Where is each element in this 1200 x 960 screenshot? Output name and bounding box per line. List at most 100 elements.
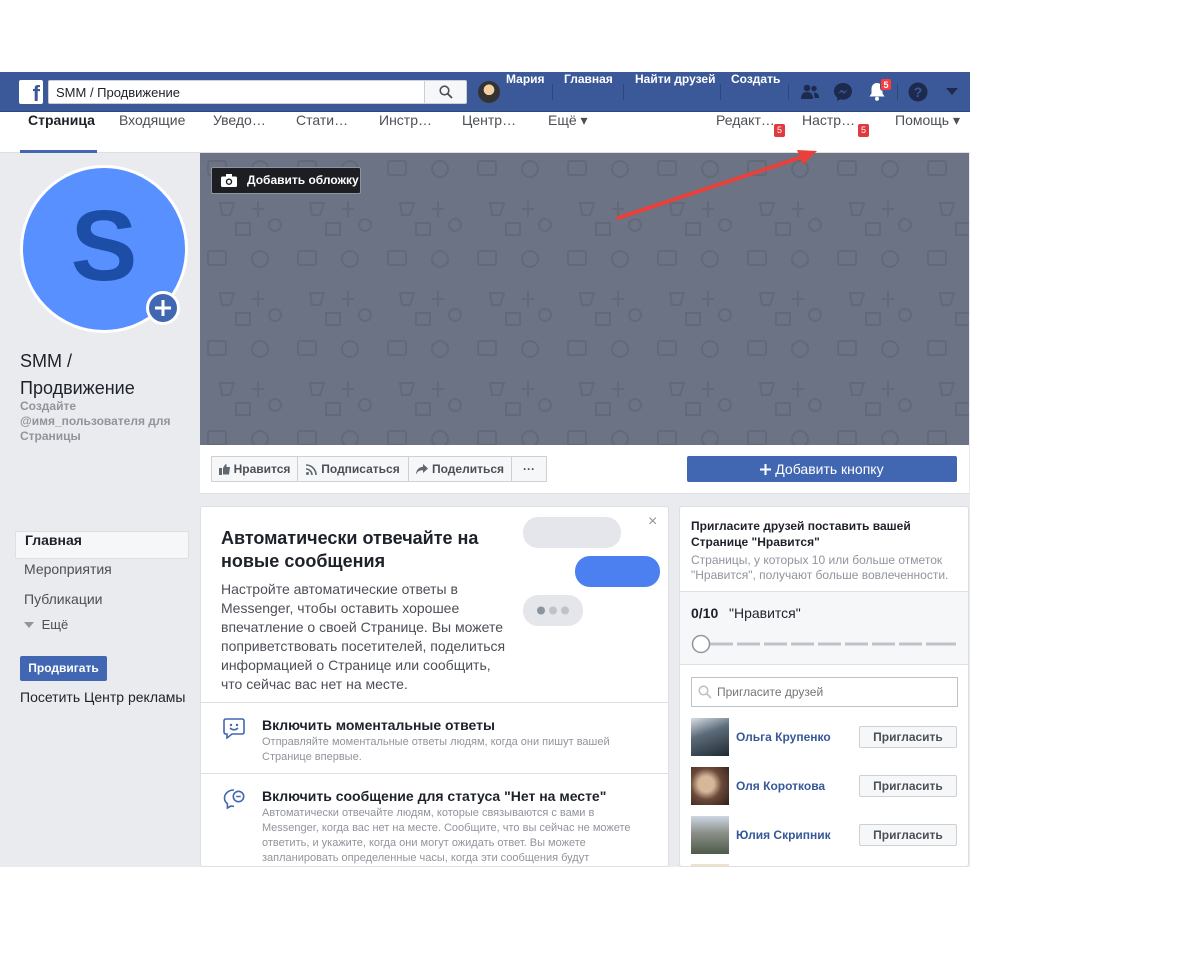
chat-bubble-illustration (575, 556, 660, 587)
away-message-title: Включить сообщение для статуса "Нет на м… (262, 788, 607, 804)
more-actions-button[interactable]: ··· (511, 456, 547, 482)
thumbs-up-icon (218, 463, 230, 475)
friend-name[interactable]: Ольга Крупенко (736, 730, 831, 744)
messenger-icon[interactable] (832, 81, 854, 103)
tab-inbox[interactable]: Входящие (119, 112, 185, 153)
invite-friends-input[interactable] (717, 678, 953, 706)
account-menu-chevron-down-icon[interactable] (941, 81, 963, 103)
profile-letter: S (70, 189, 138, 302)
instant-replies-title: Включить моментальные ответы (262, 717, 495, 733)
plus-icon (760, 464, 772, 475)
close-icon[interactable]: × (648, 513, 657, 531)
friend-avatar[interactable] (691, 718, 729, 756)
search-input[interactable] (49, 81, 424, 103)
likes-count: 0/10 (691, 605, 719, 621)
cover-pattern (200, 153, 969, 445)
add-profile-photo-button[interactable] (146, 291, 180, 325)
tab-notifications[interactable]: Уведо… (213, 112, 266, 153)
friend-name[interactable]: Юлия Скрипник (736, 828, 831, 842)
auto-reply-promo-card: Автоматически отвечайте на новые сообщен… (200, 506, 669, 867)
svg-text:?: ? (914, 84, 923, 100)
sidebar-item-posts[interactable]: Публикации (15, 591, 189, 619)
friend-avatar[interactable] (691, 864, 729, 866)
nav-divider (788, 84, 789, 100)
user-avatar[interactable] (478, 81, 500, 103)
nav-home[interactable]: Главная (564, 72, 613, 112)
friend-avatar[interactable] (691, 767, 729, 805)
sidebar-item-more[interactable]: Ещё (15, 617, 189, 645)
invite-search-box (691, 677, 958, 707)
chat-bubble-illustration (523, 517, 621, 548)
nav-divider (623, 84, 624, 100)
promo-title: Автоматически отвечайте на новые сообщен… (221, 528, 479, 571)
cover-photo-area[interactable]: Добавить обложку (200, 153, 969, 445)
instant-replies-description: Отправляйте моментальные ответы людям, к… (262, 736, 610, 763)
follow-button[interactable]: Подписаться (297, 456, 409, 482)
tab-settings[interactable]: Настр… (802, 112, 855, 153)
friend-avatar[interactable] (691, 816, 729, 854)
likes-progress: 0/10 "Нравится" (680, 591, 968, 665)
ads-center-link[interactable]: Посетить Центр рекламы (20, 689, 185, 705)
add-cover-button[interactable]: Добавить обложку (211, 167, 361, 194)
friend-requests-icon[interactable] (799, 81, 821, 103)
invite-description: Страницы, у которых 10 или больше отмето… (691, 553, 949, 582)
nav-find-friends[interactable]: Найти друзей (635, 72, 715, 112)
search-button[interactable] (424, 81, 466, 103)
rss-icon (306, 463, 318, 475)
search-icon (698, 685, 712, 699)
top-bar: f Мария Главная Найти друзей Создать 5 ? (0, 72, 970, 112)
nav-divider (720, 84, 721, 100)
invite-button[interactable]: Пригласить (859, 775, 957, 797)
page-action-bar: Нравится Подписаться Поделиться ··· Доба… (200, 445, 969, 494)
tab-edit[interactable]: Редакт… (716, 112, 775, 153)
tab-statistics[interactable]: Стати… (296, 112, 348, 153)
sidebar-item-home[interactable]: Главная (15, 531, 189, 559)
follow-label: Подписаться (321, 462, 400, 476)
invite-button[interactable]: Пригласить (859, 726, 957, 748)
tab-tools[interactable]: Инстр… (379, 112, 432, 153)
add-button-label: Добавить кнопку (775, 461, 884, 477)
invite-friends-card: Пригласите друзей поставить вашей Страни… (679, 506, 969, 867)
friend-name[interactable]: Оля Короткова (736, 779, 825, 793)
promo-description: Настройте автоматические ответы в Messen… (221, 581, 506, 692)
notifications-badge: 5 (880, 78, 892, 91)
facebook-logo-icon[interactable]: f (19, 80, 43, 106)
settings-badge: 5 (858, 124, 869, 137)
away-message-option[interactable]: Включить сообщение для статуса "Нет на м… (201, 773, 668, 866)
add-button-button[interactable]: Добавить кнопку (687, 456, 957, 482)
tab-more[interactable]: Ещё ▾ (548, 112, 588, 153)
tab-center[interactable]: Центр… (462, 112, 516, 153)
invite-button[interactable]: Пригласить (859, 824, 957, 846)
nav-user-profile[interactable]: Мария (506, 72, 545, 112)
page-title[interactable]: SMM / Продвижение (20, 348, 190, 402)
tab-help[interactable]: Помощь ▾ (895, 112, 960, 153)
sidebar-more-label: Ещё (41, 617, 69, 632)
left-sidebar: S SMM / Продвижение Создайте @имя_пользо… (0, 153, 199, 867)
typing-indicator-illustration (523, 595, 583, 626)
like-button[interactable]: Нравится (211, 456, 298, 482)
nav-divider (897, 84, 898, 100)
search-icon (438, 85, 453, 99)
add-cover-label: Добавить обложку (247, 173, 359, 187)
share-label: Поделиться (431, 462, 505, 476)
plus-icon (155, 300, 171, 316)
friend-row: Оля Короткова Пригласить (691, 767, 959, 805)
tab-page[interactable]: Страница (28, 112, 95, 153)
like-label: Нравится (233, 462, 291, 476)
chat-smile-icon (223, 718, 245, 739)
share-button[interactable]: Поделиться (408, 456, 512, 482)
friend-row: Ольга Крупенко Пригласить (691, 718, 959, 756)
sidebar-item-events[interactable]: Мероприятия (15, 561, 189, 589)
promote-button[interactable]: Продвигать (20, 656, 107, 681)
facebook-page-window: f Мария Главная Найти друзей Создать 5 ? (0, 72, 970, 867)
help-icon[interactable]: ? (907, 81, 929, 103)
instant-replies-option[interactable]: Включить моментальные ответы Отправляйте… (201, 702, 668, 774)
friend-row: Юлия Скрипник Пригласить (691, 816, 959, 854)
chat-clock-icon (223, 789, 245, 810)
create-username-link[interactable]: Создайте @имя_пользователя для Страницы (20, 399, 195, 444)
away-message-description: Автоматически отвечайте людям, которые с… (262, 807, 631, 864)
invite-title: Пригласите друзей поставить вашей Страни… (691, 519, 911, 549)
nav-create[interactable]: Создать (731, 72, 780, 112)
search-box (48, 80, 467, 104)
edit-badge: 5 (774, 124, 785, 137)
